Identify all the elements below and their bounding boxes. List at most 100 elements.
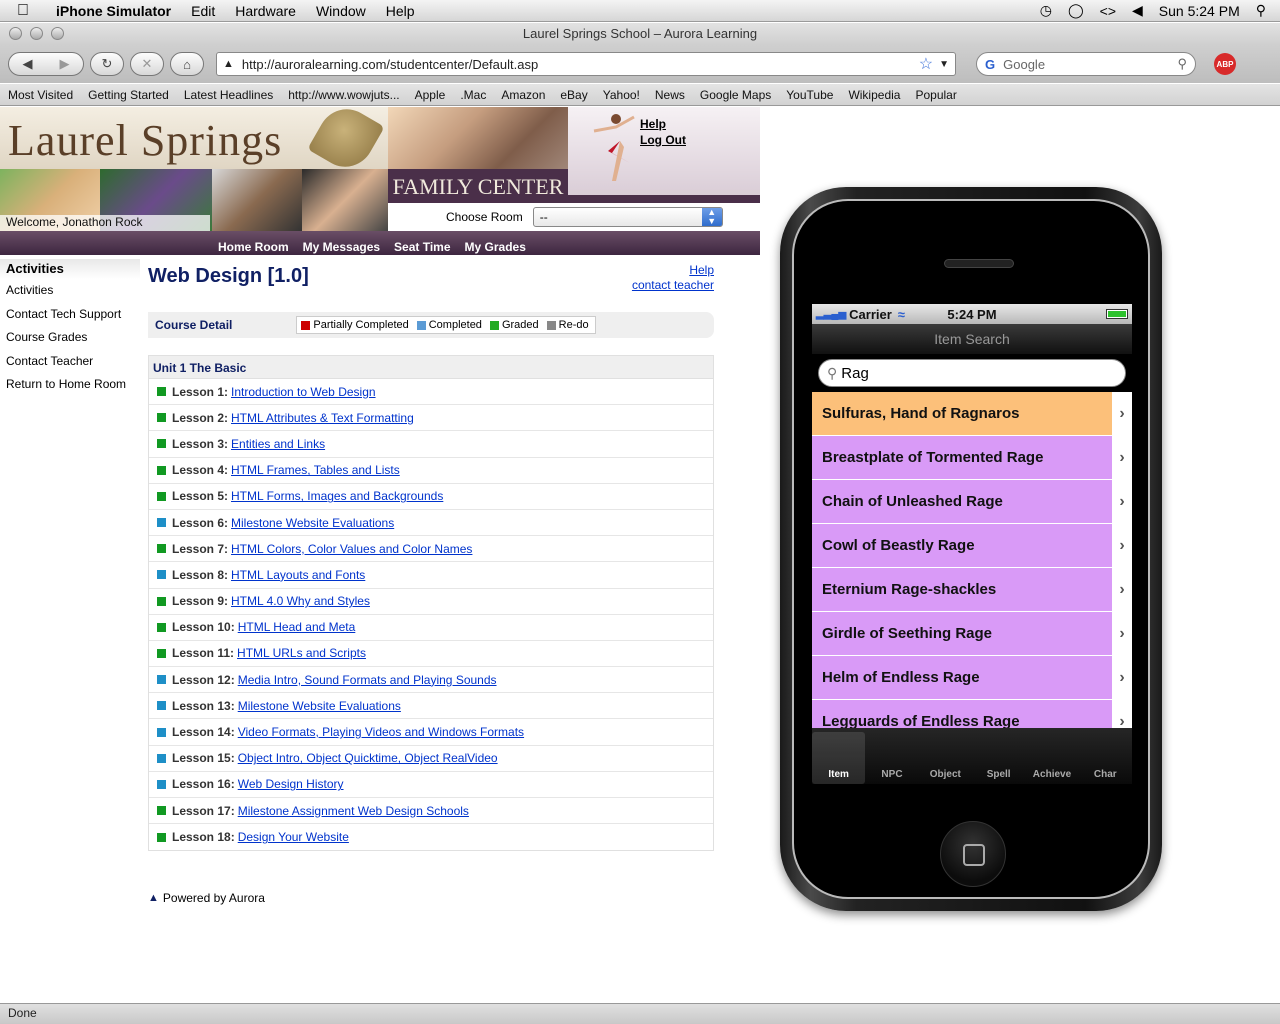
url-text[interactable]: http://auroralearning.com/studentcenter/… (234, 57, 919, 72)
menu-app-name[interactable]: iPhone Simulator (46, 3, 181, 19)
bookmark-news[interactable]: News (655, 88, 700, 102)
iphone-tab-spell[interactable]: Spell (972, 732, 1025, 784)
forward-icon[interactable]: ▶ (60, 56, 70, 72)
item-result-row[interactable]: Chain of Unleashed Rage › (812, 479, 1132, 524)
lesson-link[interactable]: HTML Head and Meta (238, 620, 356, 634)
bookmark-mac[interactable]: .Mac (460, 88, 501, 102)
sync-icon[interactable]: <> (1100, 3, 1116, 19)
volume-icon[interactable]: ◀ (1132, 2, 1143, 19)
powered-by-text: Powered by Aurora (162, 891, 265, 905)
lesson-link[interactable]: Object Intro, Object Quicktime, Object R… (238, 751, 498, 765)
search-icon[interactable]: ⚲ (1177, 56, 1187, 72)
iphone-tab-item[interactable]: Item (812, 732, 866, 784)
search-bar[interactable]: G Google ⚲ (976, 52, 1196, 76)
lesson-link[interactable]: Introduction to Web Design (231, 385, 376, 399)
bookmark-getting-started[interactable]: Getting Started (88, 88, 184, 102)
iphone-search-wrap: ⚲ Rag (812, 354, 1132, 392)
sidebar-item-return-home-room[interactable]: Return to Home Room (0, 373, 140, 397)
contact-teacher-link[interactable]: contact teacher (632, 278, 714, 293)
lesson-row: Lesson 5: HTML Forms, Images and Backgrou… (149, 484, 713, 510)
zoom-window-icon[interactable] (51, 27, 64, 40)
legend-redo: Re-do (546, 319, 589, 331)
home-button-iphone[interactable] (940, 821, 1006, 887)
lesson-link[interactable]: Video Formats, Playing Videos and Window… (238, 725, 524, 739)
iphone-tab-object[interactable]: Object (919, 732, 972, 784)
bookmark-wowjuts[interactable]: http://www.wowjuts... (288, 88, 414, 102)
lesson-link[interactable]: HTML URLs and Scripts (237, 646, 366, 660)
menu-hardware[interactable]: Hardware (225, 3, 306, 19)
bookmark-wikipedia[interactable]: Wikipedia (848, 88, 915, 102)
bookmark-amazon[interactable]: Amazon (501, 88, 560, 102)
menu-edit[interactable]: Edit (181, 3, 225, 19)
home-button[interactable]: ⌂ (170, 52, 204, 76)
nav-seat-time[interactable]: Seat Time (394, 240, 450, 255)
close-window-icon[interactable] (9, 27, 22, 40)
google-icon[interactable]: G (985, 57, 995, 72)
back-forward-buttons[interactable]: ◀ ▶ (8, 52, 84, 76)
lesson-row: Lesson 2: HTML Attributes & Text Formatti… (149, 405, 713, 432)
lesson-link[interactable]: Web Design History (238, 777, 344, 791)
lesson-link[interactable]: Media Intro, Sound Formats and Playing S… (238, 673, 497, 687)
lesson-link[interactable]: HTML Layouts and Fonts (231, 568, 365, 582)
logout-link[interactable]: Log Out (640, 133, 686, 147)
minimize-window-icon[interactable] (30, 27, 43, 40)
sidebar-item-course-grades[interactable]: Course Grades (0, 326, 140, 350)
menubar-clock[interactable]: Sun 5:24 PM (1159, 3, 1240, 19)
sidebar-item-contact-teacher[interactable]: Contact Teacher (0, 350, 140, 374)
iphone-tab-npc[interactable]: NPC (865, 732, 918, 784)
header-help-link[interactable]: Help (640, 117, 686, 131)
item-result-row[interactable]: Breastplate of Tormented Rage › (812, 435, 1132, 480)
bookmark-popular[interactable]: Popular (915, 88, 971, 102)
url-bar[interactable]: ▲ http://auroralearning.com/studentcente… (216, 52, 956, 76)
nav-my-messages[interactable]: My Messages (303, 240, 380, 255)
reload-button[interactable]: ↻ (90, 52, 124, 76)
lesson-link[interactable]: Entities and Links (231, 437, 325, 451)
bookmark-most-visited[interactable]: Most Visited (8, 88, 88, 102)
item-result-row[interactable]: Sulfuras, Hand of Ragnaros › (812, 392, 1132, 436)
lesson-link[interactable]: Milestone Website Evaluations (238, 699, 401, 713)
help-link[interactable]: Help (632, 263, 714, 278)
bookmark-youtube[interactable]: YouTube (786, 88, 848, 102)
back-icon[interactable]: ◀ (23, 56, 33, 72)
bookmark-star-icon[interactable]: ☆ (919, 54, 933, 74)
nav-my-grades[interactable]: My Grades (465, 240, 526, 255)
sidebar-item-activities[interactable]: Activities (0, 279, 140, 303)
iphone-tab-char[interactable]: Char (1079, 732, 1132, 784)
lesson-link[interactable]: HTML Forms, Images and Backgrounds (231, 489, 443, 503)
lesson-link[interactable]: Milestone Assignment Web Design Schools (238, 804, 469, 818)
adblock-icon[interactable]: ABP (1214, 53, 1236, 75)
url-dropdown-icon[interactable]: ▼ (939, 59, 949, 70)
lesson-link[interactable]: HTML 4.0 Why and Styles (231, 594, 370, 608)
search-input[interactable]: Google (1003, 57, 1177, 72)
item-result-row[interactable]: Helm of Endless Rage › (812, 655, 1132, 700)
lesson-link[interactable]: Milestone Website Evaluations (231, 516, 394, 530)
bookmark-google-maps[interactable]: Google Maps (700, 88, 786, 102)
lesson-link[interactable]: HTML Colors, Color Values and Color Name… (231, 542, 472, 556)
menu-help[interactable]: Help (376, 3, 425, 19)
item-result-row[interactable]: Legguards of Endless Rage › (812, 699, 1132, 728)
stop-button[interactable]: ✕ (130, 52, 164, 76)
nav-home-room[interactable]: Home Room (218, 240, 289, 255)
lesson-link[interactable]: HTML Frames, Tables and Lists (231, 463, 400, 477)
iphone-tab-achieve[interactable]: Achieve (1025, 732, 1078, 784)
item-result-row[interactable]: Cowl of Beastly Rage › (812, 523, 1132, 568)
apple-menu-icon[interactable]:  (0, 2, 46, 20)
item-result-row[interactable]: Eternium Rage-shackles › (812, 567, 1132, 612)
time-machine-icon[interactable]: ◷ (1040, 2, 1052, 19)
item-result-row[interactable]: Girdle of Seething Rage › (812, 611, 1132, 656)
menu-window[interactable]: Window (306, 3, 376, 19)
item-search-input[interactable]: ⚲ Rag (818, 359, 1126, 387)
chat-icon[interactable]: ◯ (1068, 2, 1084, 19)
room-select[interactable]: -- ▲ ▼ (532, 207, 723, 227)
lesson-number: Lesson 15: (172, 751, 235, 766)
lesson-link[interactable]: Design Your Website (238, 830, 349, 844)
bookmark-latest-headlines[interactable]: Latest Headlines (184, 88, 288, 102)
spotlight-icon[interactable]: ⚲ (1256, 2, 1266, 19)
sidebar-item-contact-tech-support[interactable]: Contact Tech Support (0, 303, 140, 327)
lesson-link[interactable]: HTML Attributes & Text Formatting (231, 411, 414, 425)
bookmark-yahoo[interactable]: Yahoo! (603, 88, 655, 102)
unit-header: Unit 1 The Basic (148, 355, 714, 379)
bookmark-apple[interactable]: Apple (415, 88, 461, 102)
lesson-row: Lesson 17: Milestone Assignment Web Desig… (149, 798, 713, 825)
bookmark-ebay[interactable]: eBay (560, 88, 602, 102)
